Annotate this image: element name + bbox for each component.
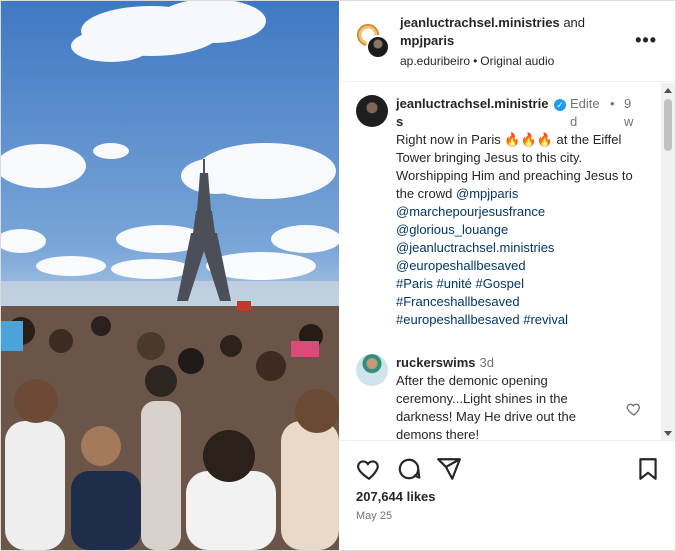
- caption-username-link[interactable]: jeanluctrachsel.ministries: [396, 95, 554, 131]
- author-conjunction: and: [563, 15, 586, 30]
- avatar[interactable]: [356, 95, 388, 127]
- hashtag-link[interactable]: #Gospel: [476, 276, 524, 291]
- caption-text: Right now in Paris 🔥🔥🔥 at the Eiffel Tow…: [396, 131, 636, 329]
- hashtag-link[interactable]: #revival: [523, 312, 568, 327]
- heart-icon[interactable]: [356, 456, 382, 482]
- comment-like-heart-icon[interactable]: [626, 401, 642, 417]
- audio-label-link[interactable]: Original audio: [480, 54, 554, 68]
- video-frame-illustration: [1, 1, 339, 550]
- scrollbar-thumb[interactable]: [664, 99, 672, 151]
- verified-badge-icon: ✓: [554, 99, 566, 111]
- author-line: jeanluctrachsel.ministries and: [400, 14, 630, 32]
- hashtag-link[interactable]: #Franceshallbesaved: [396, 294, 520, 309]
- crowd: [1, 301, 339, 550]
- collab-avatars[interactable]: [356, 23, 390, 59]
- post-video[interactable]: [1, 1, 339, 550]
- comment-icon[interactable]: [396, 456, 422, 482]
- caption-header: jeanluctrachsel.ministries ✓ Edited • 9w: [396, 95, 636, 131]
- scroll-down-arrow-icon[interactable]: [664, 431, 672, 436]
- header-text: jeanluctrachsel.ministries and mpjparis …: [400, 14, 630, 69]
- hashtag-link[interactable]: #europeshallbesaved: [396, 312, 520, 327]
- audio-info: ap.eduribeiro • Original audio: [400, 53, 630, 69]
- hashtag-link[interactable]: #Paris: [396, 276, 433, 291]
- comment-item: ruckerswims 3d After the demonic opening …: [396, 354, 616, 441]
- likes-count[interactable]: 207,644 likes: [356, 489, 436, 504]
- avatar[interactable]: [356, 354, 388, 386]
- post-header: jeanluctrachsel.ministries and mpjparis …: [340, 1, 675, 82]
- author-secondary-link[interactable]: mpjparis: [400, 32, 630, 50]
- avatar[interactable]: [366, 35, 390, 59]
- author-primary-link[interactable]: jeanluctrachsel.ministries: [400, 15, 560, 30]
- mention-link[interactable]: @mpjparis: [456, 186, 518, 201]
- comment-text: After the demonic opening ceremony...Lig…: [396, 373, 576, 441]
- comments-scrollbar[interactable]: [661, 83, 675, 440]
- bookmark-icon[interactable]: [635, 456, 661, 482]
- post-details-panel: jeanluctrachsel.ministries and mpjparis …: [340, 1, 675, 550]
- action-bar: 207,644 likes May 25: [340, 442, 675, 550]
- edited-label: Edited: [570, 96, 600, 129]
- audio-user-link[interactable]: ap.eduribeiro: [400, 54, 470, 68]
- comment-timestamp[interactable]: 3d: [480, 355, 494, 370]
- mention-link[interactable]: @glorious_louange: [396, 222, 508, 237]
- caption: jeanluctrachsel.ministries ✓ Edited • 9w…: [396, 95, 636, 329]
- mention-link[interactable]: @europeshallbesaved: [396, 258, 526, 273]
- scroll-up-arrow-icon[interactable]: [664, 88, 672, 93]
- mention-link[interactable]: @jeanluctrachsel.ministries: [396, 240, 554, 255]
- more-options-icon[interactable]: •••: [635, 31, 657, 49]
- hashtag-link[interactable]: #unité: [436, 276, 471, 291]
- mention-link[interactable]: @marchepourjesusfrance: [396, 204, 545, 219]
- separator-dot: •: [473, 54, 478, 68]
- comments-section[interactable]: jeanluctrachsel.ministries ✓ Edited • 9w…: [340, 83, 675, 441]
- caption-timestamp[interactable]: 9w: [624, 95, 634, 131]
- comment-username-link[interactable]: ruckerswims: [396, 355, 476, 370]
- separator-dot: •: [610, 96, 615, 111]
- share-icon[interactable]: [436, 456, 462, 482]
- post-date[interactable]: May 25: [356, 510, 392, 522]
